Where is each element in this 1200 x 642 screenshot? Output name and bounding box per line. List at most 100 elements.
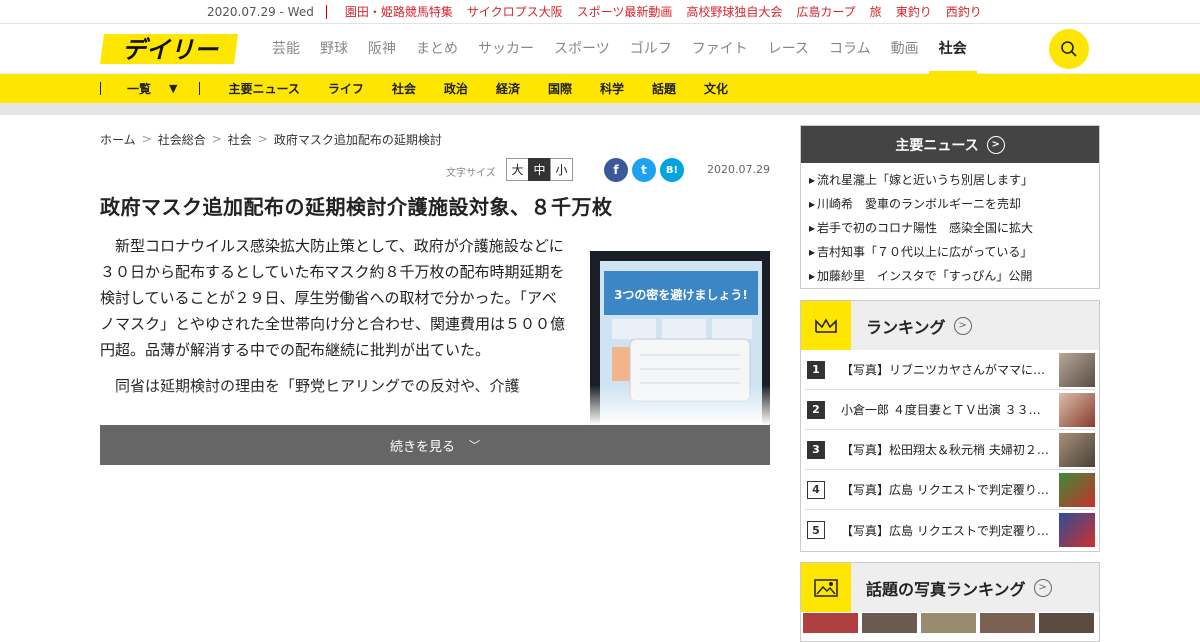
main-news-item[interactable]: 川崎希 愛車のランボルギーニを売却 [809,192,1099,216]
separator-band [0,103,1200,115]
main-news-item[interactable]: 岩手で初のコロナ陽性 感染全国に拡大 [809,216,1099,240]
photo-ranking-header[interactable]: 話題の写真ランキング > [801,563,1099,612]
article-paragraph: 新型コロナウイルス感染拡大防止策として、政府が介護施設などに３０日から配布すると… [100,237,566,359]
nav-item-fight[interactable]: ファイト [692,24,748,74]
font-size-large-button[interactable]: 大 [506,158,529,181]
font-size-medium-button[interactable]: 中 [528,158,551,181]
category-dropdown[interactable]: 一覧 ▼ [127,80,177,97]
chevron-down-icon: ﹀ [469,439,480,452]
site-header: デイリー 芸能 野球 阪神 まとめ サッカー スポーツ ゴルフ ファイト レース… [0,24,1200,74]
top-link[interactable]: 園田・姫路競馬特集 [345,3,453,20]
rank-number: 5 [807,521,825,539]
main-news-box: 主要ニュース > 流れ星瀧上「嫁と近いうち別居します」 川崎希 愛車のランボルギー… [800,125,1100,289]
chevron-right-icon: > [211,132,222,146]
ranking-text: 小倉一郎 ４度目妻とＴＶ出演 ３３歳下の妻 [841,403,1051,417]
breadcrumb-item[interactable]: 社会総合 [158,131,206,148]
subnav-item[interactable]: 社会 [392,80,416,97]
top-link[interactable]: 西釣り [946,3,982,20]
font-size-small-button[interactable]: 小 [550,158,573,181]
main-news-title: 主要ニュース [895,137,979,154]
rank-number: 4 [807,480,825,499]
article-title: 政府マスク追加配布の延期検討介護施設対象、８千万枚 [100,195,613,219]
chevron-right-circle-icon: > [1033,578,1052,597]
nav-item-hanshin[interactable]: 阪神 [368,24,396,74]
nav-item-geino[interactable]: 芸能 [272,24,300,74]
breadcrumb-current: 政府マスク追加配布の延期検討 [273,132,442,147]
photo-thumbnail[interactable] [980,613,1035,633]
nav-item-column[interactable]: コラム [829,24,871,74]
top-link[interactable]: スポーツ最新動画 [577,3,673,20]
subnav-item[interactable]: ライフ [328,80,364,97]
top-link[interactable]: サイクロプス大阪 [467,3,563,20]
ranking-thumbnail [1059,353,1095,387]
top-link[interactable]: 高校野球独自大会 [686,3,782,20]
nav-item-shakai[interactable]: 社会 [928,24,977,74]
subnav-item[interactable]: 文化 [704,80,728,97]
nav-item-matome[interactable]: まとめ [416,24,458,74]
photo-thumbnail[interactable] [803,613,858,633]
nav-item-golf[interactable]: ゴルフ [630,24,672,74]
twitter-icon[interactable]: t [632,158,656,182]
ranking-thumbnail [1059,393,1095,427]
article-area: ホーム > 社会総合 > 社会 > 政府マスク追加配布の延期検討 文字サイズ 大 中 … [100,125,770,465]
ranking-thumbnail [1059,473,1095,507]
top-link[interactable]: 東釣り [896,3,932,20]
daily-logo[interactable]: デイリー [100,32,240,66]
article-tools: 文字サイズ 大 中 小 f t B! 2020.07.29 [100,158,770,182]
subnav-item[interactable]: 主要ニュース [228,80,299,97]
ranking-item[interactable]: 3 【写真】松田翔太＆秋元梢 夫婦初２ショット [805,430,1095,470]
share-buttons: f t B! [604,158,688,182]
subnav-item[interactable]: 国際 [548,80,572,97]
top-utility-bar: 2020.07.29 - Wed 園田・姫路競馬特集 サイクロプス大阪 スポーツ… [0,0,1200,24]
breadcrumb-item[interactable]: ホーム [100,131,136,148]
chevron-right-circle-icon: > [986,135,1005,154]
ranking-item[interactable]: 1 【写真】リブニツカヤさんがママになっていた [805,350,1095,390]
hatena-bookmark-icon[interactable]: B! [660,158,684,182]
nav-item-yakyu[interactable]: 野球 [320,24,348,74]
ranking-thumbnail [1059,433,1095,467]
ranking-text: 【写真】リブニツカヤさんがママになっていた [841,363,1051,377]
photo-ranking-box: 話題の写真ランキング > [800,562,1100,642]
main-news-item[interactable]: 加藤紗里 インスタで「すっぴん」公開 [809,264,1099,288]
breadcrumb-item[interactable]: 社会 [228,131,252,148]
main-news-item[interactable]: 吉村知事「７０代以上に広がっている」 [809,240,1099,264]
rank-number: 2 [807,400,825,419]
ranking-box: ランキング > 1 【写真】リブニツカヤさんがママになっていた 2 小倉一郎 ４… [800,300,1100,552]
chevron-right-icon: > [141,132,152,146]
article-date: 2020.07.29 [707,163,770,176]
main-news-item[interactable]: 流れ星瀧上「嫁と近いうち別居します」 [809,168,1099,192]
nav-item-soccer[interactable]: サッカー [478,24,534,74]
ranking-text: 【写真】広島 リクエストで判定覆り勝ち越し [841,523,1051,538]
subnav-item[interactable]: 経済 [496,80,520,97]
ranking-item[interactable]: 2 小倉一郎 ４度目妻とＴＶ出演 ３３歳下の妻 [805,390,1095,430]
ranking-header[interactable]: ランキング > [801,301,1099,350]
ranking-item[interactable]: 4 【写真】広島 リクエストで判定覆り同点 [805,470,1095,510]
ranking-text: 【写真】松田翔太＆秋元梢 夫婦初２ショット [841,443,1051,457]
text-fade-overlay [100,385,770,425]
subnav-item[interactable]: 科学 [600,80,624,97]
facebook-icon[interactable]: f [604,158,628,182]
top-link[interactable]: 広島カープ [796,3,855,20]
ranking-thumbnail [1059,513,1095,547]
nav-item-video[interactable]: 動画 [891,24,919,74]
nav-item-race[interactable]: レース [768,24,809,74]
font-size-label: 文字サイズ [446,168,496,179]
photo-thumbnail[interactable] [862,613,917,633]
subnav-item[interactable]: 話題 [652,80,676,97]
ranking-title: ランキング [866,317,946,337]
photo-ranking-title: 話題の写真ランキング [866,579,1026,599]
subnav-item[interactable]: 政治 [444,80,468,97]
nav-item-sports[interactable]: スポーツ [554,24,610,74]
rank-number: 1 [807,360,825,379]
search-button[interactable] [1049,29,1089,69]
chevron-right-circle-icon: > [953,316,972,335]
ranking-item[interactable]: 5 【写真】広島 リクエストで判定覆り勝ち越し [805,510,1095,550]
triangle-down-icon: ▼ [169,82,178,95]
read-more-button[interactable]: 続きを見る ﹀ [100,425,770,465]
rank-number: 3 [807,440,825,459]
top-link[interactable]: 旅 [870,3,882,20]
article-body: 新型コロナウイルス感染拡大防止策として、政府が介護施設などに３０日から配布すると… [100,233,565,399]
main-news-header[interactable]: 主要ニュース > [801,126,1099,163]
photo-thumbnail[interactable] [1039,613,1094,633]
photo-thumbnail[interactable] [921,613,976,633]
